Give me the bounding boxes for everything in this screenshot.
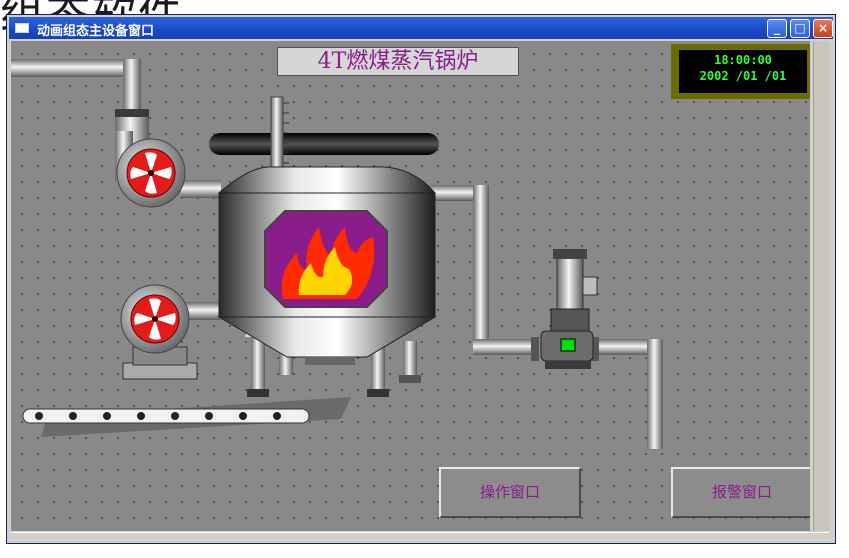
maximize-button[interactable]: □ <box>790 19 810 38</box>
clock-panel: 18:00:00 2002 /01 /01 <box>671 44 810 99</box>
vertical-scrollbar[interactable] <box>813 41 830 531</box>
conveyor <box>22 397 351 437</box>
fan-icon <box>120 284 221 380</box>
steam-pipe <box>431 185 663 449</box>
top-bar <box>209 133 439 155</box>
fan-icon <box>116 138 221 208</box>
window-title: 动画组态主设备窗口 <box>37 24 155 39</box>
close-button[interactable]: × <box>813 19 833 38</box>
scene-title: 4T燃煤蒸汽锅炉 <box>277 47 519 76</box>
main-window: 动画组态主设备窗口 _ □ × 4T燃煤蒸汽锅炉 18:00:00 2002 /… <box>6 14 836 544</box>
alarm-window-button[interactable]: 报警窗口 <box>671 467 810 518</box>
status-bar <box>11 532 829 543</box>
fire-icon <box>264 210 388 308</box>
title-bar[interactable]: 动画组态主设备窗口 _ □ × <box>9 17 833 39</box>
window-app-icon <box>15 23 29 33</box>
boiler-diagram <box>11 59 663 449</box>
minimize-button[interactable]: _ <box>767 19 787 38</box>
operate-window-button[interactable]: 操作窗口 <box>439 467 581 518</box>
clock-time: 18:00:00 <box>714 53 772 67</box>
clock-date: 2002 /01 /01 <box>699 69 787 83</box>
scada-canvas: 4T燃煤蒸汽锅炉 18:00:00 2002 /01 /01 操作窗口 报警窗口 <box>11 41 810 531</box>
pump-icon <box>531 249 599 369</box>
